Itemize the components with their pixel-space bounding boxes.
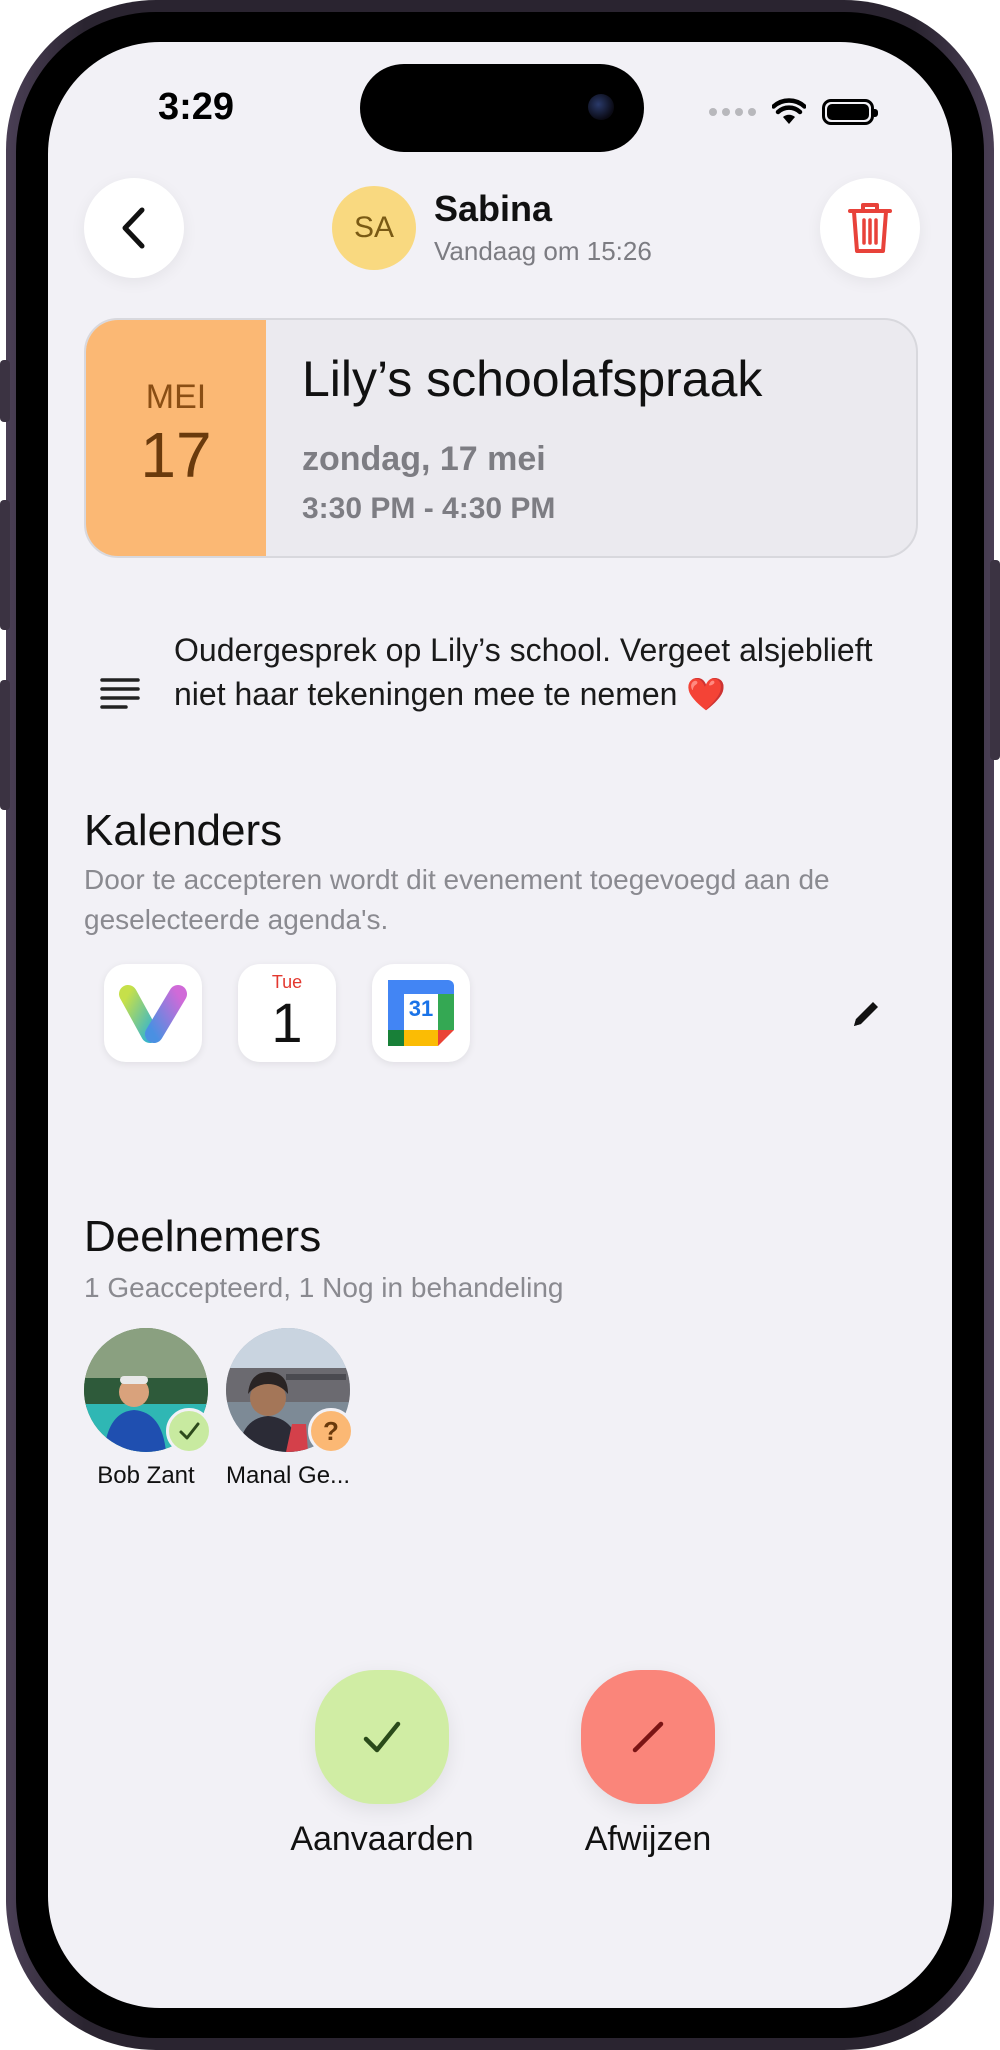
v-app-icon[interactable] bbox=[104, 964, 202, 1062]
checkmark-icon bbox=[363, 1721, 401, 1753]
sender-avatar: SA bbox=[332, 186, 416, 270]
event-time: 3:30 PM - 4:30 PM bbox=[302, 492, 556, 525]
participants-subtitle: 1 Geaccepteerd, 1 Nog in behandeling bbox=[84, 1272, 564, 1303]
participant-name: Bob Zant bbox=[97, 1462, 195, 1489]
sent-time: Vandaag om 15:26 bbox=[434, 236, 652, 266]
accepted-badge bbox=[166, 1408, 212, 1454]
battery-icon bbox=[822, 99, 878, 125]
sender-name: Sabina bbox=[434, 188, 553, 229]
event-title: Lily’s schoolafspraak bbox=[302, 351, 763, 407]
participant-bob[interactable]: Bob Zant bbox=[84, 1328, 212, 1490]
event-date-block: MEI 17 bbox=[86, 320, 266, 556]
back-button[interactable] bbox=[84, 178, 184, 278]
side-button bbox=[0, 360, 10, 422]
sender-initials: SA bbox=[353, 211, 395, 244]
notes-icon bbox=[100, 678, 140, 709]
calendars-title: Kalenders bbox=[84, 806, 283, 855]
event-month: MEI bbox=[145, 378, 207, 416]
trash-icon bbox=[848, 203, 892, 253]
google-calendar-date: 31 bbox=[408, 996, 434, 1021]
checkmark-icon bbox=[179, 1422, 200, 1440]
power-button bbox=[990, 560, 1000, 760]
decline-button[interactable] bbox=[581, 1670, 715, 1804]
edit-calendars-button[interactable] bbox=[848, 996, 884, 1032]
apple-calendar-icon[interactable]: Tue 1 bbox=[238, 964, 336, 1062]
accept-label: Aanvaarden bbox=[290, 1820, 474, 1858]
slash-icon bbox=[632, 1721, 664, 1753]
event-notes: Oudergesprek op Lily’s school. Vergeet a… bbox=[174, 632, 873, 712]
participant-manal[interactable]: ? Manal Ge... bbox=[226, 1328, 354, 1490]
event-card: MEI 17 Lily’s schoolafspraak zondag, 17 … bbox=[84, 318, 918, 558]
delete-button[interactable] bbox=[820, 178, 920, 278]
event-date: zondag, 17 mei bbox=[302, 440, 546, 478]
screen: 3:29 SA Sabina Vandaag om 15:26 MEI 17 L… bbox=[48, 42, 952, 2008]
question-mark-icon: ? bbox=[323, 1415, 339, 1446]
pending-badge: ? bbox=[308, 1408, 354, 1454]
calendars-subtitle: Door te accepteren wordt dit evenement t… bbox=[84, 864, 830, 935]
volume-up-button bbox=[0, 500, 10, 630]
volume-down-button bbox=[0, 680, 10, 810]
camera-icon bbox=[588, 94, 614, 120]
wifi-icon bbox=[772, 98, 806, 124]
decline-label: Afwijzen bbox=[584, 1820, 712, 1858]
accept-button[interactable] bbox=[315, 1670, 449, 1804]
participant-name: Manal Ge... bbox=[226, 1462, 351, 1489]
chevron-left-icon bbox=[122, 207, 145, 249]
calendar-day: 1 bbox=[271, 991, 303, 1054]
status-time: 3:29 bbox=[158, 86, 235, 128]
dynamic-island bbox=[360, 64, 644, 152]
google-calendar-icon[interactable]: 31 bbox=[372, 964, 470, 1062]
event-day: 17 bbox=[140, 419, 212, 491]
signal-dots-icon bbox=[709, 108, 756, 116]
participants-title: Deelnemers bbox=[84, 1212, 322, 1261]
status-icons bbox=[709, 94, 878, 130]
v-logo-icon bbox=[119, 985, 187, 1043]
